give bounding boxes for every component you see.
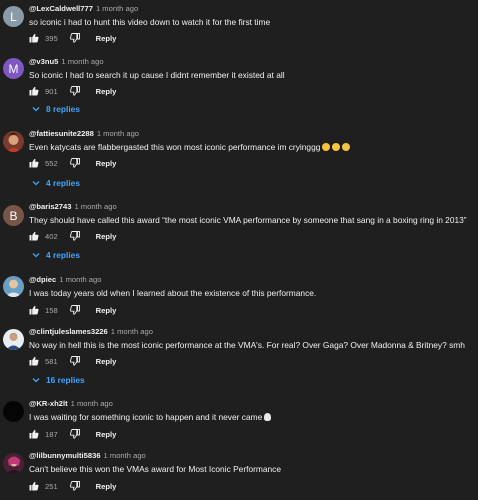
replies-count: 8 replies xyxy=(46,104,80,114)
comment-text: So iconic I had to search it up cause I … xyxy=(29,70,285,80)
author-name[interactable]: @baris2743 xyxy=(29,202,71,211)
author-name[interactable]: @LexCaldwell777 xyxy=(29,4,93,13)
avatar[interactable]: B xyxy=(3,205,24,226)
reply-button[interactable]: Reply xyxy=(96,482,117,491)
comment-actions: 402 Reply xyxy=(29,230,116,242)
like-count: 901 xyxy=(45,86,58,96)
chevron-down-icon xyxy=(32,178,46,188)
author-name[interactable]: @dpiec xyxy=(29,275,56,284)
comment-actions: 552 Reply xyxy=(29,157,116,169)
timestamp[interactable]: 1 month ago xyxy=(74,202,116,211)
reply-button[interactable]: Reply xyxy=(96,430,117,439)
comment-text: No way in hell this is the most iconic p… xyxy=(29,340,465,350)
avatar[interactable]: M xyxy=(3,58,24,79)
comment-actions: 251 Reply xyxy=(29,480,116,492)
skull-icon xyxy=(264,413,272,421)
replies-count: 4 replies xyxy=(46,250,80,260)
like-count: 187 xyxy=(45,429,58,439)
timestamp[interactable]: 1 month ago xyxy=(71,399,113,408)
timestamp[interactable]: 1 month ago xyxy=(61,57,103,66)
comment-header: @v3nu5 1 month ago xyxy=(29,57,104,66)
avatar[interactable] xyxy=(3,276,24,297)
crying-face-icon xyxy=(322,143,331,151)
thumbs-up-icon[interactable] xyxy=(29,86,39,96)
timestamp[interactable]: 1 month ago xyxy=(97,129,139,138)
crying-face-icon xyxy=(332,143,341,151)
timestamp[interactable]: 1 month ago xyxy=(104,451,146,460)
avatar[interactable] xyxy=(3,453,24,474)
crying-face-icon xyxy=(342,143,351,151)
comment-actions: 158 Reply xyxy=(29,304,116,316)
reply-button[interactable]: Reply xyxy=(96,87,117,96)
thumbs-down-icon[interactable] xyxy=(69,231,80,241)
timestamp[interactable]: 1 month ago xyxy=(96,4,138,13)
reply-button[interactable]: Reply xyxy=(96,306,117,315)
reply-button[interactable]: Reply xyxy=(96,232,117,241)
like-count: 552 xyxy=(45,158,58,168)
comment-header: @dpiec 1 month ago xyxy=(29,275,101,284)
like-count: 158 xyxy=(45,305,58,315)
chevron-down-icon xyxy=(32,250,46,260)
reply-button[interactable]: Reply xyxy=(96,34,117,43)
thumbs-down-icon[interactable] xyxy=(69,356,80,366)
author-name[interactable]: @fattiesunite2288 xyxy=(29,129,94,138)
author-name[interactable]: @lilbunnymulti5836 xyxy=(29,451,101,460)
comment-header: @lilbunnymulti5836 1 month ago xyxy=(29,451,146,460)
thumbs-down-icon[interactable] xyxy=(69,429,80,439)
comment-text: Can't believe this won the VMAs award fo… xyxy=(29,464,282,474)
comment-text: Even katycats are flabbergasted this won… xyxy=(29,142,351,152)
thumbs-up-icon[interactable] xyxy=(29,429,39,439)
timestamp[interactable]: 1 month ago xyxy=(59,275,101,284)
comment-text: so iconic i had to hunt this video down … xyxy=(29,17,271,27)
thumbs-down-icon[interactable] xyxy=(69,305,80,315)
avatar[interactable] xyxy=(3,131,24,152)
thumbs-up-icon[interactable] xyxy=(29,158,39,168)
author-name[interactable]: @clintjuleslames3226 xyxy=(29,327,108,336)
comment-text: They should have called this award “the … xyxy=(29,215,467,225)
like-count: 251 xyxy=(45,481,58,491)
like-count: 402 xyxy=(45,231,58,241)
thumbs-down-icon[interactable] xyxy=(69,33,80,43)
view-replies-button[interactable]: 8 replies xyxy=(32,104,80,114)
avatar[interactable] xyxy=(3,401,24,422)
comment-text: I was waiting for something iconic to ha… xyxy=(29,412,272,422)
thumbs-up-icon[interactable] xyxy=(29,33,39,43)
comment-header: @baris2743 1 month ago xyxy=(29,202,117,211)
thumbs-down-icon[interactable] xyxy=(69,86,80,96)
view-replies-button[interactable]: 16 replies xyxy=(32,375,85,385)
author-name[interactable]: @v3nu5 xyxy=(29,57,58,66)
thumbs-up-icon[interactable] xyxy=(29,305,39,315)
comment-actions: 395 Reply xyxy=(29,32,116,44)
thumbs-down-icon[interactable] xyxy=(69,481,80,491)
thumbs-up-icon[interactable] xyxy=(29,356,39,366)
thumbs-up-icon[interactable] xyxy=(29,481,39,491)
comment-actions: 901 Reply xyxy=(29,85,116,97)
thumbs-down-icon[interactable] xyxy=(69,158,80,168)
comment-actions: 581 Reply xyxy=(29,355,116,367)
view-replies-button[interactable]: 4 replies xyxy=(32,250,80,260)
reply-button[interactable]: Reply xyxy=(96,159,117,168)
view-replies-button[interactable]: 4 replies xyxy=(32,178,80,188)
like-count: 395 xyxy=(45,33,58,43)
chevron-down-icon xyxy=(32,375,46,385)
comment-header: @clintjuleslames3226 1 month ago xyxy=(29,327,153,336)
comment-header: @LexCaldwell777 1 month ago xyxy=(29,4,138,13)
comment-header: @KR-xh2lt 1 month ago xyxy=(29,399,113,408)
avatar[interactable] xyxy=(3,329,24,350)
like-count: 581 xyxy=(45,356,58,366)
thumbs-up-icon[interactable] xyxy=(29,231,39,241)
replies-count: 16 replies xyxy=(46,375,85,385)
timestamp[interactable]: 1 month ago xyxy=(111,327,153,336)
comment-text: I was today years old when I learned abo… xyxy=(29,288,317,298)
chevron-down-icon xyxy=(32,104,46,114)
avatar[interactable]: L xyxy=(3,6,24,27)
author-name[interactable]: @KR-xh2lt xyxy=(29,399,68,408)
comment-header: @fattiesunite2288 1 month ago xyxy=(29,129,139,138)
reply-button[interactable]: Reply xyxy=(96,357,117,366)
comment-actions: 187 Reply xyxy=(29,428,116,440)
replies-count: 4 replies xyxy=(46,178,80,188)
